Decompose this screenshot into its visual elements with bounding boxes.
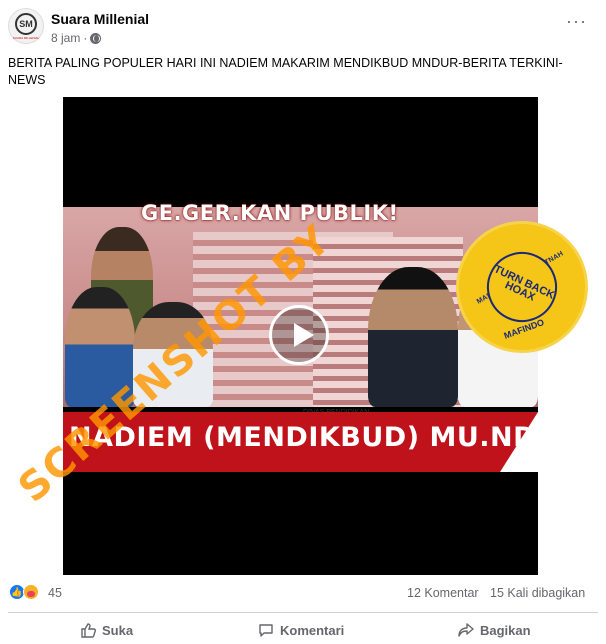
video-player[interactable]: GE.GER.KAN PUBLIK! DINAS PENDIDIKAN NADI… [63, 97, 538, 575]
like-label: Suka [102, 622, 134, 638]
avatar-logo: SM [15, 12, 37, 35]
video-headline: GE.GER.KAN PUBLIK! [141, 201, 399, 225]
share-icon [458, 623, 474, 637]
divider [8, 612, 598, 613]
play-icon[interactable] [269, 305, 329, 365]
comment-label: Komentari [280, 622, 345, 638]
reactions-count[interactable]: 45 [48, 586, 62, 600]
page-avatar[interactable]: SM SUARA MILLENIAL [8, 8, 44, 44]
comments-count[interactable]: 12 Komentar [407, 586, 479, 600]
more-options-button[interactable]: ··· [566, 12, 586, 36]
page-name-link[interactable]: Suara Millenial [51, 11, 149, 27]
shares-count[interactable]: 15 Kali dibagikan [490, 586, 585, 600]
post-media: GE.GER.KAN PUBLIK! DINAS PENDIDIKAN NADI… [0, 97, 606, 575]
turnbackhoax-badge: MASYARAKAT ANTI FITNAH INDONESIA TURN BA… [456, 221, 588, 353]
globe-icon[interactable] [90, 32, 102, 44]
badge-core-text: TURN BACK HOAX [491, 263, 557, 304]
share-button[interactable]: Bagikan [458, 622, 531, 638]
person-figure [368, 267, 458, 407]
like-button[interactable]: Suka [80, 622, 133, 638]
avatar-subtext: SUARA MILLENIAL [12, 35, 40, 40]
post-stats: 👍 45 12 Komentar 15 Kali dibagikan [0, 580, 606, 606]
share-label: Bagikan [480, 622, 531, 638]
post-text: BERITA PALING POPULER HARI INI NADIEM MA… [8, 56, 563, 87]
meta-separator: · [83, 31, 88, 45]
care-reaction-icon[interactable] [23, 584, 39, 600]
post-time[interactable]: 8 jam [51, 31, 80, 45]
video-caption: NADIEM (MENDIKBUD) MU.ND.UR!! [69, 422, 538, 453]
post-actions: Suka Komentari Bagikan [0, 614, 606, 644]
thumbs-up-icon [81, 623, 96, 638]
comment-icon [259, 624, 273, 637]
caption-wedge [500, 412, 538, 472]
post-meta: 8 jam · [51, 31, 102, 45]
post-header: SM SUARA MILLENIAL Suara Millenial 8 jam… [0, 0, 606, 52]
comment-button[interactable]: Komentari [258, 622, 344, 638]
